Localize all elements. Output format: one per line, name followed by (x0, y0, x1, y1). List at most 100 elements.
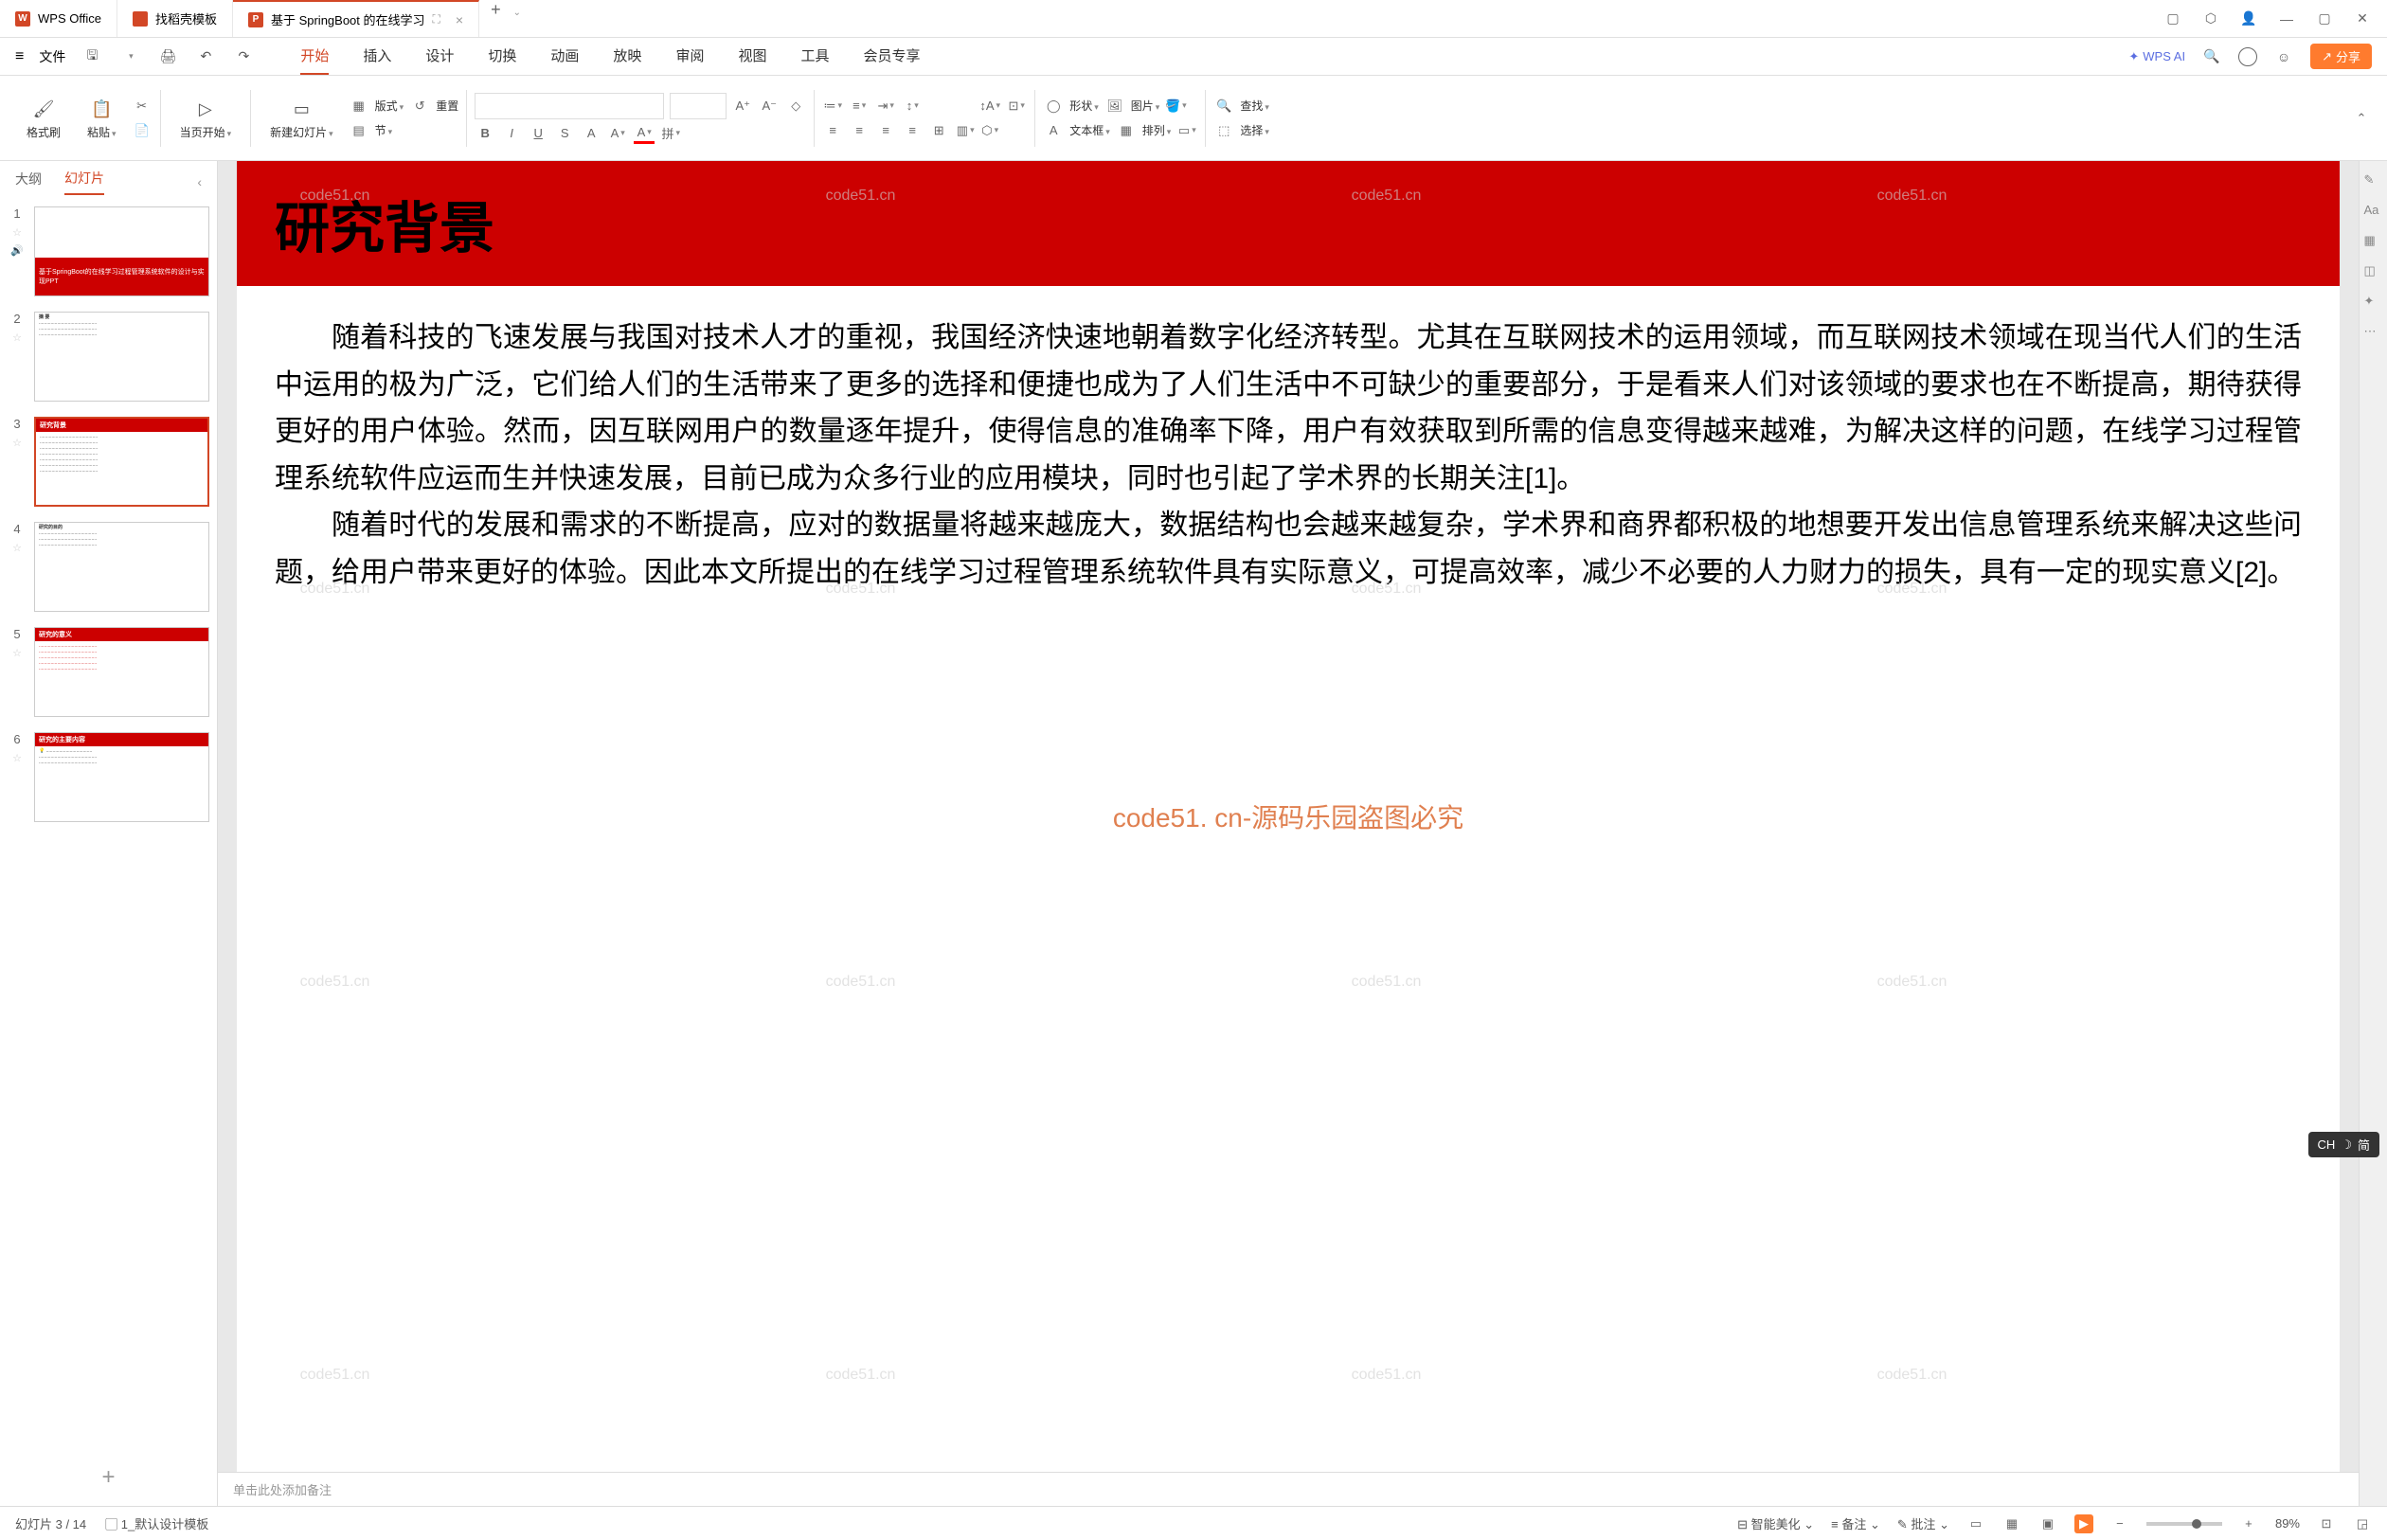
hamburger-icon[interactable]: ≡ (15, 48, 24, 65)
line-spacing-icon[interactable]: ↕ (902, 96, 923, 116)
shadow-icon[interactable]: A (581, 123, 601, 144)
smartart-icon[interactable]: ⬡ (979, 120, 1000, 141)
ime-indicator[interactable]: CH ☽ 简 (2308, 1132, 2379, 1157)
thumbnail-6[interactable]: 6☆ 研究的主要内容💡 ............................… (8, 732, 209, 822)
smiley-icon[interactable]: ☺ (2272, 45, 2295, 68)
strike-icon[interactable]: S (554, 123, 575, 144)
find-icon[interactable]: 🔍 (1213, 96, 1234, 116)
paste-group[interactable]: 📋 粘贴 (76, 96, 128, 140)
layout-button[interactable]: 版式 (375, 98, 404, 114)
slideshow-view-icon[interactable]: ▶ (2074, 1514, 2093, 1533)
undo-icon[interactable]: ↶ (194, 45, 217, 68)
cube-icon[interactable]: ⬡ (2201, 9, 2220, 28)
slide-position[interactable]: 幻灯片 3 / 14 (15, 1514, 86, 1532)
arrange-icon[interactable]: ▦ (1116, 120, 1137, 141)
distribute-icon[interactable]: ⊞ (928, 120, 949, 141)
star-icon[interactable]: ☆ (12, 331, 22, 344)
zoom-out-icon[interactable]: − (2110, 1514, 2129, 1533)
slide-canvas[interactable]: code51.cn code51.cn code51.cn code51.cn … (237, 161, 2340, 1472)
section-button[interactable]: 节 (375, 122, 393, 138)
save-dropdown[interactable] (118, 45, 141, 68)
reset-icon[interactable]: ↺ (409, 96, 430, 116)
add-slide-button[interactable]: + (0, 1449, 217, 1506)
bullets-icon[interactable]: ≔ (822, 96, 843, 116)
maximize-button[interactable]: ▢ (2315, 9, 2334, 28)
align-text-icon[interactable]: ⊡ (1006, 96, 1027, 116)
outline-tab[interactable]: 大纲 (15, 170, 42, 194)
minimize-button[interactable]: — (2277, 9, 2296, 28)
format-brush-group[interactable]: 🖌 格式刷 (15, 96, 72, 140)
rail-more-icon[interactable]: ⋯ (2364, 324, 2383, 343)
wps-ai-button[interactable]: ✦ WPS AI (2128, 49, 2185, 64)
notes-button[interactable]: ≡ 备注 ⌄ (1831, 1514, 1880, 1532)
tab-view[interactable]: 视图 (738, 38, 766, 75)
fit-window-icon[interactable]: ⊡ (2317, 1514, 2336, 1533)
share-button[interactable]: ↗ 分享 (2310, 44, 2372, 69)
tab-tools[interactable]: 工具 (800, 38, 829, 75)
save-icon[interactable]: 🖫 (81, 45, 103, 68)
outline-icon[interactable]: ▭ (1176, 120, 1197, 141)
new-slide-group[interactable]: ▭ 新建幻灯片 (259, 96, 345, 140)
thumbnail-5[interactable]: 5☆ 研究的意义................................… (8, 627, 209, 717)
print-icon[interactable]: 🖨 (156, 45, 179, 68)
window-icon[interactable]: ▢ (2163, 9, 2182, 28)
clear-format-icon[interactable]: ◇ (785, 96, 806, 116)
tab-document[interactable]: P 基于 SpringBoot 的在线学习 ⛶ × (233, 0, 479, 37)
align-center-icon[interactable]: ≡ (849, 120, 870, 141)
tab-design[interactable]: 设计 (425, 38, 454, 75)
font-color-icon[interactable]: A (634, 123, 655, 144)
picture-icon[interactable]: 🖼 (1104, 96, 1125, 116)
thumbnail-2[interactable]: 2☆ 摘 要..................................… (8, 312, 209, 402)
section-icon[interactable]: ▤ (349, 120, 369, 141)
reading-view-icon[interactable]: ▣ (2038, 1514, 2057, 1533)
text-direction-icon[interactable]: ↕A (979, 96, 1000, 116)
copy-icon[interactable]: 📄 (132, 120, 153, 141)
notes-area[interactable]: 单击此处添加备注 (218, 1472, 2359, 1506)
indent-icon[interactable]: ⇥ (875, 96, 896, 116)
redo-icon[interactable]: ↷ (232, 45, 255, 68)
star-icon[interactable]: ☆ (12, 542, 22, 554)
arrange-button[interactable]: 排列 (1142, 122, 1172, 138)
rail-pencil-icon[interactable]: ✎ (2364, 172, 2383, 191)
shape-button[interactable]: 形状 (1069, 98, 1099, 114)
star-icon[interactable]: ☆ (12, 226, 22, 239)
fill-icon[interactable]: 🪣 (1165, 96, 1186, 116)
fullscreen-icon[interactable]: ◲ (2353, 1514, 2372, 1533)
from-current-group[interactable]: ▷ 当页开始 (169, 96, 243, 140)
change-case-icon[interactable]: 拼 (660, 123, 681, 144)
collapse-panel-icon[interactable]: ‹ (197, 174, 202, 189)
star-icon[interactable]: ☆ (12, 647, 22, 659)
italic-icon[interactable]: I (501, 123, 522, 144)
beautify-button[interactable]: ⊟ 智能美化 ⌄ (1737, 1514, 1814, 1532)
reset-button[interactable]: 重置 (436, 98, 458, 114)
rail-template-icon[interactable]: ▦ (2364, 233, 2383, 252)
font-family-select[interactable] (475, 93, 664, 119)
textbox-button[interactable]: 文本框 (1069, 122, 1110, 138)
tab-docer[interactable]: 找稻壳模板 (117, 0, 233, 37)
tab-screen-icon[interactable]: ⛶ (433, 12, 440, 27)
search-icon[interactable]: 🔍 (2200, 45, 2223, 68)
columns-icon[interactable]: ▥ (955, 120, 976, 141)
picture-button[interactable]: 图片 (1131, 98, 1160, 114)
tab-animation[interactable]: 动画 (550, 38, 579, 75)
zoom-thumb[interactable] (2192, 1519, 2201, 1529)
tab-wps-office[interactable]: W WPS Office (0, 0, 117, 37)
underline-icon[interactable]: U (528, 123, 548, 144)
star-icon[interactable]: ☆ (12, 752, 22, 764)
cut-icon[interactable]: ✂ (132, 96, 153, 116)
close-icon[interactable]: × (456, 12, 463, 27)
thumbnail-1[interactable]: 1☆🔊 基于SpringBoot的在线学习过程管理系统软件的设计与实现PPT (8, 206, 209, 296)
find-button[interactable]: 查找 (1240, 98, 1269, 114)
zoom-slider[interactable] (2146, 1522, 2222, 1526)
sorter-view-icon[interactable]: ▦ (2002, 1514, 2021, 1533)
cloud-icon[interactable] (2238, 47, 2257, 66)
tab-member[interactable]: 会员专享 (863, 38, 920, 75)
rail-material-icon[interactable]: ◫ (2364, 263, 2383, 282)
chevron-down-icon[interactable]: ⌄ (513, 8, 521, 18)
select-icon[interactable]: ⬚ (1213, 120, 1234, 141)
tab-review[interactable]: 审阅 (675, 38, 704, 75)
comments-button[interactable]: ✎ 批注 ⌄ (1897, 1514, 1949, 1532)
highlight-icon[interactable]: A (607, 123, 628, 144)
close-button[interactable]: ✕ (2353, 9, 2372, 28)
tab-insert[interactable]: 插入 (363, 38, 391, 75)
